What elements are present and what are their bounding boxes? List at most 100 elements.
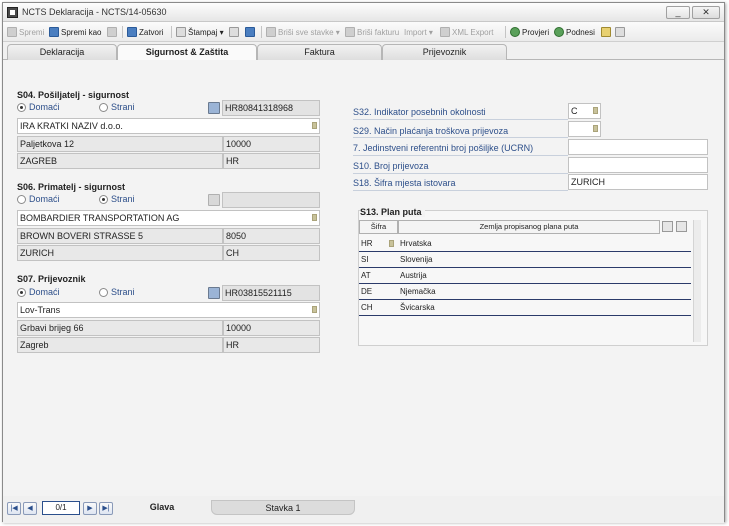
s04-street-field[interactable]: Paljetkova 12 [17,136,223,152]
delete-invoice-icon [345,27,355,37]
dropdown-marker-icon [312,122,317,129]
delete-items-icon [266,27,276,37]
tab-stavka-1[interactable]: Stavka 1 [211,500,355,515]
next-record-icon[interactable]: ▶ [83,502,97,515]
tab-sigurnost-zastita[interactable]: Sigurnost & Zaštita [117,44,257,61]
radio-empty-icon [99,287,108,297]
delete-invoice-button[interactable]: Briši fakturu [345,25,399,39]
tab-deklaracija[interactable]: Deklaracija [7,44,117,60]
first-record-icon[interactable]: |◀ [7,502,21,515]
s04-radio-strani[interactable]: Strani [99,102,135,112]
row-divider [353,173,568,174]
print-button[interactable]: Štampaj ▾ [176,25,224,39]
s04-name-field[interactable]: IRA KRATKI NAZIV d.o.o. [17,118,320,134]
copy-button[interactable] [107,25,119,39]
row-divider [353,119,568,120]
s32-label: S32. Indikator posebnih okolnosti [353,107,486,117]
row-country: Švicarska [400,303,435,312]
row-divider [353,190,568,191]
main-window: NCTS Deklaracija - NCTS/14-05630 _ ✕ Spr… [2,2,725,523]
tab-faktura[interactable]: Faktura [257,44,382,60]
s04-country-field[interactable]: HR [223,153,320,169]
layout-button[interactable] [245,25,257,39]
import-button[interactable]: Import ▾ [404,25,433,39]
s04-radio-domaci[interactable]: Domaći [17,102,60,112]
grid-remove-icon[interactable] [676,221,687,232]
s07-id-field[interactable]: HR03815521115 [222,285,320,301]
row-code: CH [361,303,373,312]
tab-glava[interactable]: Glava [133,500,191,515]
window-title: NCTS Deklaracija - NCTS/14-05630 [22,7,167,17]
prev-record-icon[interactable]: ◀ [23,502,37,515]
col-header-country[interactable]: Zemlja propisanog plana puta [398,220,660,234]
dropdown-marker-icon [593,107,598,114]
status-bar: |◀ ◀ 0/1 ▶ ▶| Glava Stavka 1 [3,496,724,523]
close-doc-icon [127,27,137,37]
grid-add-icon[interactable] [662,221,673,232]
printer-icon [176,27,186,37]
table-row[interactable]: HR Hrvatska [359,236,691,252]
s07-city-field[interactable]: Zagreb [17,337,223,353]
s06-country-field[interactable]: CH [223,245,320,261]
s04-lookup-icon[interactable] [208,102,220,114]
s04-id-field[interactable]: HR80841318968 [222,100,320,116]
check-icon [510,27,520,37]
close-doc-button[interactable]: Zatvori [127,25,163,39]
form-content: S04. Pošiljatelj - sigurnost Domaći Stra… [3,60,724,496]
table-row[interactable]: CH Švicarska [359,300,691,316]
close-button[interactable]: ✕ [692,6,720,19]
s06-radio-strani[interactable]: Strani [99,194,135,204]
xml-icon [440,27,450,37]
s06-lookup-icon[interactable] [208,194,220,206]
s07-name-field[interactable]: Lov-Trans [17,302,320,318]
s06-postcode-field[interactable]: 8050 [223,228,320,244]
toolbar: Spremi Spremi kao Zatvori Štampaj ▾ Briš… [3,22,724,42]
delete-all-items-button[interactable]: Briši sve stavke ▾ [266,25,340,39]
s07-street-field[interactable]: Grbavi brijeg 66 [17,320,223,336]
info-button[interactable] [601,25,613,39]
save-as-button[interactable]: Spremi kao [49,25,101,39]
minimize-button[interactable]: _ [666,6,690,19]
xml-export-button[interactable]: XML Export [440,25,494,39]
s04-postcode-field[interactable]: 10000 [223,136,320,152]
submit-button[interactable]: Podnesi [554,25,595,39]
row-country: Slovenija [400,255,433,264]
title-bar: NCTS Deklaracija - NCTS/14-05630 _ ✕ [3,3,724,22]
submit-icon [554,27,564,37]
save-button[interactable]: Spremi [7,25,44,39]
last-record-icon[interactable]: ▶| [99,502,113,515]
table-row[interactable]: AT Austrija [359,268,691,284]
s06-id-field[interactable] [222,192,320,208]
s18-field[interactable]: ZURICH [568,174,708,190]
toolbar-separator [171,26,172,38]
s06-name-field[interactable]: BOMBARDIER TRANSPORTATION AG [17,210,320,226]
table-row[interactable]: DE Njemačka [359,284,691,300]
grid-scrollbar[interactable] [693,220,701,342]
s07-country-field[interactable]: HR [223,337,320,353]
s10-field[interactable] [568,157,708,173]
s07-postcode-field[interactable]: 10000 [223,320,320,336]
toolbar-separator [505,26,506,38]
tab-prijevoznik[interactable]: Prijevoznik [382,44,507,60]
layout-icon [245,27,255,37]
preview-button[interactable] [229,25,241,39]
s07-radio-strani[interactable]: Strani [99,287,135,297]
record-pager[interactable]: 0/1 [42,501,80,515]
s07-radio-domaci[interactable]: Domaći [17,287,60,297]
s06-city-field[interactable]: ZURICH [17,245,223,261]
radio-empty-icon [17,194,26,204]
copy-icon [107,27,117,37]
s04-title: S04. Pošiljatelj - sigurnost [17,90,130,100]
ucrn-field[interactable] [568,139,708,155]
s07-lookup-icon[interactable] [208,287,220,299]
s06-street-field[interactable]: BROWN BOVERI STRASSE 5 [17,228,223,244]
check-button[interactable]: Provjeri [510,25,549,39]
col-header-code[interactable]: Šifra [359,220,398,234]
save-icon [7,27,17,37]
radio-selected-icon [17,102,26,112]
row-country: Njemačka [400,287,436,296]
help-button[interactable] [615,25,627,39]
table-row[interactable]: SI Slovenija [359,252,691,268]
s06-radio-domaci[interactable]: Domaći [17,194,60,204]
s04-city-field[interactable]: ZAGREB [17,153,223,169]
